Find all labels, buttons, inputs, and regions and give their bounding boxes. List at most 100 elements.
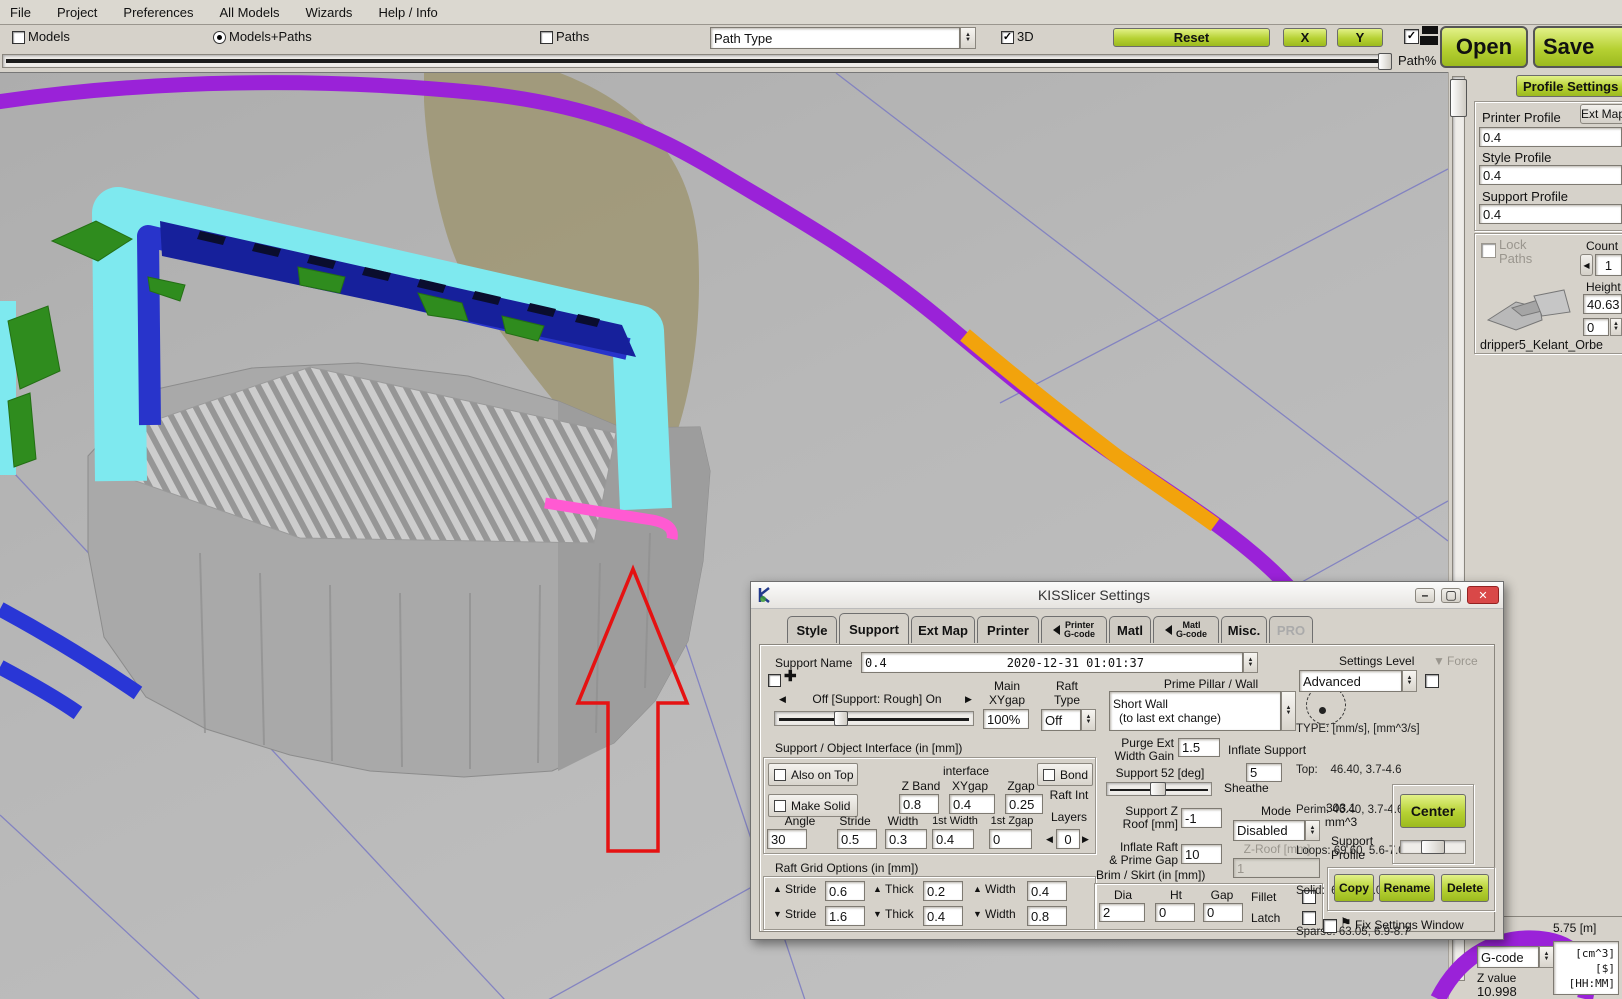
add-profile-checkbox[interactable] bbox=[768, 674, 781, 687]
tab-printer-gcode[interactable]: PrinterG-code bbox=[1041, 616, 1107, 643]
models-checkbox[interactable] bbox=[12, 31, 25, 44]
tab-matl[interactable]: Matl bbox=[1109, 616, 1151, 643]
models-paths-radio[interactable] bbox=[213, 31, 226, 44]
rough-slider-handle[interactable] bbox=[834, 711, 848, 726]
prime-pillar-select[interactable]: Short Wall (to last ext change) bbox=[1109, 691, 1281, 731]
layer-field[interactable]: 0 bbox=[1583, 318, 1609, 336]
rg-up-stride-field[interactable]: 0.6 bbox=[825, 881, 865, 901]
center-button[interactable]: Center bbox=[1400, 794, 1466, 828]
bond-checkbox[interactable]: Bond bbox=[1037, 763, 1093, 786]
height-field[interactable]: 40.63 bbox=[1583, 294, 1622, 314]
rg-up-thick-field[interactable]: 0.2 bbox=[923, 881, 963, 901]
support-profile-select[interactable]: 0.4 bbox=[1479, 204, 1622, 224]
raft-int-left-icon[interactable]: ◀ bbox=[1046, 834, 1053, 845]
tab-style[interactable]: Style bbox=[787, 616, 837, 643]
menu-file[interactable]: File bbox=[10, 5, 31, 20]
paths-checkbox[interactable] bbox=[540, 31, 553, 44]
menu-project[interactable]: Project bbox=[57, 5, 97, 20]
tab-misc[interactable]: Misc. bbox=[1221, 616, 1267, 643]
main-xygap-field[interactable]: 100% bbox=[983, 709, 1029, 729]
tab-pro[interactable]: PRO bbox=[1269, 616, 1313, 643]
tab-printer[interactable]: Printer bbox=[977, 616, 1039, 643]
profile-settings-button[interactable]: Profile Settings bbox=[1516, 75, 1622, 97]
xygap-field[interactable]: 0.4 bbox=[949, 794, 995, 814]
ext-map-button[interactable]: Ext Map bbox=[1580, 104, 1622, 124]
rg-up-width-field[interactable]: 0.4 bbox=[1027, 881, 1067, 901]
gcode-select[interactable]: G-code bbox=[1477, 946, 1539, 968]
raft-type-spinner[interactable]: ▲▼ bbox=[1081, 709, 1096, 731]
units-box: [cm^3] [$] [HH:MM] bbox=[1553, 941, 1619, 995]
rg-down-thick-field[interactable]: 0.4 bbox=[923, 906, 963, 926]
3d-checkbox[interactable]: ✓ bbox=[1001, 31, 1014, 44]
tab-ext-map[interactable]: Ext Map bbox=[911, 616, 975, 643]
rg-down-stride-field[interactable]: 1.6 bbox=[825, 906, 865, 926]
width-field[interactable]: 0.3 bbox=[885, 829, 927, 849]
settings-level-select[interactable]: Advanced bbox=[1299, 670, 1402, 692]
settings-level-checkbox[interactable] bbox=[1425, 674, 1439, 688]
path-pct-slider-handle[interactable] bbox=[1378, 53, 1392, 70]
path-type-spinner[interactable]: ▲ ▼ bbox=[960, 27, 976, 49]
count-decrement-button[interactable]: ◀ bbox=[1580, 254, 1593, 276]
angle-field[interactable]: 30 bbox=[767, 829, 807, 849]
count-field[interactable]: 1 bbox=[1595, 254, 1622, 276]
rename-button[interactable]: Rename bbox=[1379, 874, 1435, 902]
delete-button[interactable]: Delete bbox=[1441, 874, 1489, 902]
maximize-button[interactable]: ▢ bbox=[1441, 588, 1461, 603]
style-profile-select[interactable]: 0.4 bbox=[1479, 165, 1622, 185]
copy-button[interactable]: Copy bbox=[1334, 874, 1374, 902]
sheathe-mode-select[interactable]: Disabled bbox=[1233, 820, 1305, 841]
x-button[interactable]: X bbox=[1283, 28, 1327, 47]
also-on-top-checkbox[interactable]: Also on Top bbox=[768, 763, 858, 786]
reset-button[interactable]: Reset bbox=[1113, 28, 1270, 47]
first-zgap-field[interactable]: 0 bbox=[989, 829, 1032, 849]
z-band-field[interactable]: 0.8 bbox=[899, 794, 939, 814]
ht-field[interactable]: 0 bbox=[1155, 903, 1195, 922]
tab-support[interactable]: Support bbox=[839, 613, 909, 644]
stride-field[interactable]: 0.5 bbox=[837, 829, 877, 849]
fix-settings-checkbox[interactable] bbox=[1323, 919, 1337, 933]
menu-preferences[interactable]: Preferences bbox=[123, 5, 193, 20]
rough-right-icon[interactable]: ▶ bbox=[965, 694, 972, 705]
tab-matl-gcode[interactable]: MatlG-code bbox=[1153, 616, 1219, 643]
vertical-scrollbar-handle[interactable] bbox=[1450, 79, 1467, 117]
inflate-support-field[interactable]: 5 bbox=[1246, 763, 1282, 782]
menu-help-info[interactable]: Help / Info bbox=[378, 5, 437, 20]
fillet-label: Fillet bbox=[1251, 890, 1276, 904]
rg-down-width-field[interactable]: 0.8 bbox=[1027, 906, 1067, 926]
support-deg-handle[interactable] bbox=[1150, 782, 1166, 796]
printer-profile-select[interactable]: 0.4 bbox=[1479, 127, 1622, 147]
minimize-button[interactable]: – bbox=[1415, 588, 1435, 603]
settings-level-spinner[interactable]: ▲▼ bbox=[1402, 670, 1417, 692]
y-button[interactable]: Y bbox=[1337, 28, 1383, 47]
layer-spinner[interactable]: ▲▼ bbox=[1610, 318, 1622, 336]
rough-left-icon[interactable]: ◀ bbox=[779, 694, 786, 705]
settings-dialog[interactable]: KISSlicer Settings – ▢ ✕ Style Support E… bbox=[750, 581, 1504, 940]
raft-type-select[interactable]: Off bbox=[1041, 709, 1081, 731]
purge-ext-field[interactable]: 1.5 bbox=[1178, 738, 1220, 757]
rough-slider[interactable] bbox=[774, 711, 974, 726]
raft-int-right-icon[interactable]: ▶ bbox=[1082, 834, 1089, 845]
support-name-spinner[interactable]: ▲▼ bbox=[1243, 652, 1258, 673]
lock-paths-checkbox[interactable] bbox=[1481, 243, 1496, 258]
menu-wizards[interactable]: Wizards bbox=[305, 5, 352, 20]
open-button[interactable]: Open bbox=[1440, 26, 1528, 68]
center-slider-handle[interactable] bbox=[1421, 840, 1445, 854]
gcode-spinner[interactable]: ▲▼ bbox=[1539, 946, 1554, 968]
gap-field[interactable]: 0 bbox=[1203, 903, 1243, 922]
support-z-roof-field[interactable]: -1 bbox=[1181, 808, 1222, 828]
inflate-raft-field[interactable]: 10 bbox=[1181, 844, 1222, 864]
dia-field[interactable]: 2 bbox=[1099, 903, 1145, 922]
path-pct-slider[interactable] bbox=[2, 54, 1392, 68]
path-type-select[interactable]: Path Type bbox=[710, 27, 960, 49]
model-thumbnail[interactable] bbox=[1482, 286, 1574, 334]
prime-pillar-spinner[interactable]: ▲▼ bbox=[1281, 691, 1296, 731]
support-name-combo[interactable]: 0.4 2020-12-31 01:01:37 bbox=[861, 652, 1243, 673]
save-button[interactable]: Save bbox=[1533, 26, 1622, 68]
menu-all-models[interactable]: All Models bbox=[220, 5, 280, 20]
zgap-field[interactable]: 0.25 bbox=[1005, 794, 1043, 814]
raft-int-field[interactable]: 0 bbox=[1056, 829, 1080, 849]
close-button[interactable]: ✕ bbox=[1467, 586, 1499, 604]
path-pct-checkbox[interactable]: ✓ bbox=[1404, 29, 1419, 44]
first-width-field[interactable]: 0.4 bbox=[932, 829, 974, 849]
dialog-titlebar[interactable]: KISSlicer Settings – ▢ ✕ bbox=[751, 582, 1503, 609]
